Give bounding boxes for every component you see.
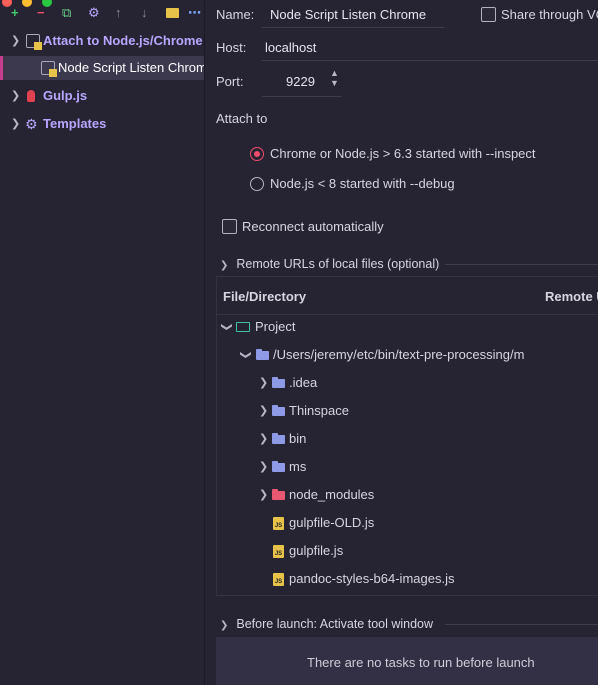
- folder-icon: [272, 377, 285, 388]
- gear-icon: ⚙: [25, 116, 38, 132]
- tree-item-label: Node Script Listen Chrome: [58, 60, 205, 75]
- table-row[interactable]: ❯ bin: [217, 428, 598, 450]
- move-down-icon[interactable]: ↓: [141, 5, 148, 21]
- js-file-icon: JS: [273, 517, 284, 530]
- chevron-right-icon[interactable]: ❯: [259, 372, 268, 394]
- radio-inspect-label: Chrome or Node.js > 6.3 started with --i…: [270, 146, 536, 161]
- table-row[interactable]: JS gulpfile.js: [217, 540, 598, 562]
- name-field-underline: [262, 27, 444, 28]
- gear-icon[interactable]: ⚙: [88, 5, 100, 21]
- radio-inspect[interactable]: [250, 147, 264, 161]
- folder-icon: [256, 349, 269, 360]
- share-vcs-label: Share through VCS: [501, 7, 598, 22]
- tree-item-label: Templates: [43, 116, 107, 131]
- tree-item-label: Attach to Node.js/Chrome: [43, 33, 203, 48]
- table-row[interactable]: ❯ Thinspace: [217, 400, 598, 422]
- chevron-right-icon[interactable]: ❯: [259, 456, 268, 478]
- row-label: gulpfile.js: [289, 543, 344, 558]
- host-field[interactable]: localhost: [265, 40, 316, 55]
- radio-debug[interactable]: [250, 177, 264, 191]
- table-row[interactable]: ❯ node_modules: [217, 484, 598, 506]
- chevron-down-icon[interactable]: ❯: [235, 350, 257, 359]
- chevron-down-icon[interactable]: ❯: [216, 322, 238, 331]
- chevron-right-icon[interactable]: ❯: [259, 428, 268, 450]
- add-icon[interactable]: +: [11, 5, 19, 21]
- more-icon[interactable]: ⋯: [188, 5, 201, 21]
- before-launch-section-header[interactable]: ❯ Before launch: Activate tool window: [220, 617, 433, 631]
- table-row[interactable]: ❯ Project: [217, 316, 598, 338]
- attach-node-config-icon: [41, 61, 57, 77]
- remote-urls-section-header[interactable]: ❯ Remote URLs of local files (optional): [220, 257, 439, 271]
- port-label: Port:: [216, 74, 244, 89]
- tree-item-templates[interactable]: ❯ ⚙ Templates: [0, 113, 204, 135]
- chevron-down-icon[interactable]: ❯: [11, 30, 20, 52]
- attach-to-label: Attach to: [216, 111, 268, 126]
- empty-tasks-text: There are no tasks to run before launch: [307, 655, 535, 670]
- gulp-icon: [27, 90, 35, 102]
- copy-icon[interactable]: ⧉: [62, 5, 71, 21]
- chevron-right-icon[interactable]: ❯: [259, 484, 268, 506]
- port-stepper[interactable]: ▲ ▼: [330, 68, 339, 88]
- move-up-icon[interactable]: ↑: [115, 5, 122, 21]
- before-launch-title: Before launch: Activate tool window: [236, 617, 434, 631]
- js-file-icon: JS: [273, 545, 284, 558]
- chevron-right-icon[interactable]: ❯: [11, 113, 20, 135]
- new-folder-icon[interactable]: [166, 8, 179, 18]
- host-field-underline: [262, 60, 598, 61]
- folder-icon: [272, 405, 285, 416]
- reconnect-label: Reconnect automatically: [242, 219, 384, 234]
- table-row[interactable]: ❯ ms: [217, 456, 598, 478]
- row-label: Project: [255, 319, 296, 334]
- row-label: ms: [289, 459, 307, 474]
- row-label: bin: [289, 431, 307, 446]
- section-divider: [445, 624, 598, 625]
- row-label: .idea: [289, 375, 318, 390]
- name-label: Name:: [216, 7, 255, 22]
- tree-item-attach-node-chrome[interactable]: ❯ Attach to Node.js/Chrome: [0, 30, 204, 52]
- row-label: /Users/jeremy/etc/bin/text-pre-processin…: [273, 347, 525, 362]
- reconnect-checkbox[interactable]: [222, 219, 237, 234]
- excluded-folder-icon: [272, 489, 285, 500]
- project-icon: [236, 322, 250, 332]
- header-divider: [217, 314, 598, 315]
- remove-icon[interactable]: −: [37, 5, 45, 21]
- chevron-down-icon[interactable]: ❯: [220, 620, 228, 631]
- table-row[interactable]: JS gulpfile-OLD.js: [217, 512, 598, 534]
- radio-debug-label: Node.js < 8 started with --debug: [270, 176, 455, 191]
- column-header-file[interactable]: File/Directory: [223, 289, 306, 304]
- host-label: Host:: [216, 40, 247, 55]
- section-divider: [445, 264, 598, 265]
- js-file-icon: JS: [273, 573, 284, 586]
- port-field[interactable]: 9229: [286, 74, 315, 89]
- row-label: node_modules: [289, 487, 375, 502]
- tree-item-gulp[interactable]: ❯ Gulp.js: [0, 85, 204, 107]
- tree-item-label: Gulp.js: [43, 88, 88, 103]
- row-label: gulpfile-OLD.js: [289, 515, 375, 530]
- table-row[interactable]: ❯ .idea: [217, 372, 598, 394]
- chevron-down-icon[interactable]: ❯: [220, 260, 228, 271]
- remote-urls-title: Remote URLs of local files (optional): [236, 257, 440, 271]
- chevron-right-icon[interactable]: ❯: [11, 85, 20, 107]
- row-label: pandoc-styles-b64-images.js: [289, 571, 455, 586]
- chevron-right-icon[interactable]: ❯: [259, 400, 268, 422]
- share-vcs-checkbox[interactable]: [481, 7, 496, 22]
- port-field-underline: [262, 96, 342, 97]
- table-row[interactable]: ❯ /Users/jeremy/etc/bin/text-pre-process…: [217, 344, 598, 366]
- name-field[interactable]: Node Script Listen Chrome: [270, 7, 426, 22]
- folder-icon: [272, 433, 285, 444]
- column-header-remote[interactable]: Remote URL: [545, 289, 598, 304]
- minimize-window-button[interactable]: [22, 0, 32, 7]
- table-row[interactable]: JS pandoc-styles-b64-images.js: [217, 568, 598, 590]
- row-label: Thinspace: [289, 403, 349, 418]
- before-launch-task-list[interactable]: There are no tasks to run before launch: [216, 637, 598, 685]
- tree-item-node-script-listen-chrome[interactable]: Node Script Listen Chrome: [0, 56, 205, 80]
- attach-node-config-icon: [26, 34, 42, 50]
- remote-urls-table: File/Directory Remote URL ❯ Project ❯ /U…: [216, 276, 598, 596]
- folder-icon: [272, 461, 285, 472]
- run-config-sidebar: + − ⧉ ⚙ ↑ ↓ ⋯ ❯ Attach to Node.js/Chrome…: [0, 0, 205, 685]
